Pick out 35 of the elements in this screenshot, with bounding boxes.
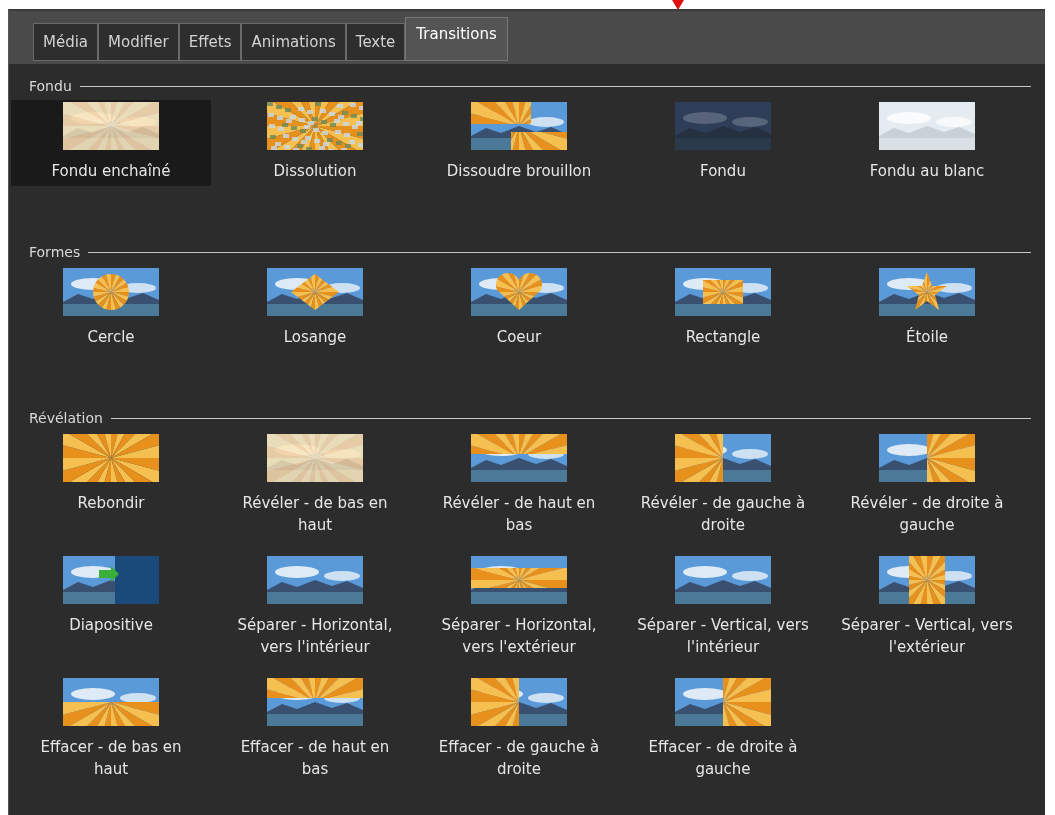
tab[interactable]: Animations xyxy=(241,23,346,61)
transition-label: Séparer - Vertical, vers l'intérieur xyxy=(636,615,810,658)
marker-arrow-icon xyxy=(672,0,684,10)
transition-label: Fondu au blanc xyxy=(869,161,985,182)
tab[interactable]: Effets xyxy=(178,23,242,61)
transition-label: Coeur xyxy=(496,327,542,348)
transition-label: Dissolution xyxy=(273,161,357,182)
transition-label: Cercle xyxy=(87,327,135,348)
transition-label: Révéler - de bas en haut xyxy=(241,493,389,536)
transition-label: Séparer - Vertical, vers l'extérieur xyxy=(840,615,1014,658)
tab[interactable]: Média xyxy=(33,23,99,61)
transition-label: Dissoudre brouillon xyxy=(446,161,592,182)
transition-label: Séparer - Horizontal, vers l'intérieur xyxy=(236,615,394,658)
transition-label: Fondu enchaîné xyxy=(51,161,171,182)
transition-label: Effacer - de droite à gauche xyxy=(647,737,799,780)
transition-label: Fondu xyxy=(700,161,746,182)
section-title: Révélation xyxy=(29,410,103,426)
transition-label: Effacer - de bas en haut xyxy=(39,737,183,780)
transition-label: Effacer - de haut en bas xyxy=(239,737,391,780)
transition-label: Rectangle xyxy=(685,327,761,348)
section-title: Formes xyxy=(29,244,81,260)
tab[interactable]: Texte xyxy=(345,23,406,61)
transition-label: Révéler - de gauche à droite xyxy=(639,493,807,536)
transition-label: Rebondir xyxy=(77,493,145,514)
transition-label: Losange xyxy=(283,327,347,348)
transition-label: Révéler - de droite à gauche xyxy=(849,493,1005,536)
tab[interactable]: Transitions xyxy=(405,17,508,61)
section-title: Fondu xyxy=(29,78,72,94)
transition-label: Étoile xyxy=(905,326,949,348)
transition-label: Effacer - de gauche à droite xyxy=(437,737,601,780)
transition-label: Séparer - Horizontal, vers l'extérieur xyxy=(440,615,598,658)
transition-label: Révéler - de haut en bas xyxy=(441,493,597,536)
transition-item[interactable]: Fondu enchaîné xyxy=(11,100,211,186)
transition-label: Diapositive xyxy=(69,615,153,636)
tab[interactable]: Modifier xyxy=(98,23,179,61)
